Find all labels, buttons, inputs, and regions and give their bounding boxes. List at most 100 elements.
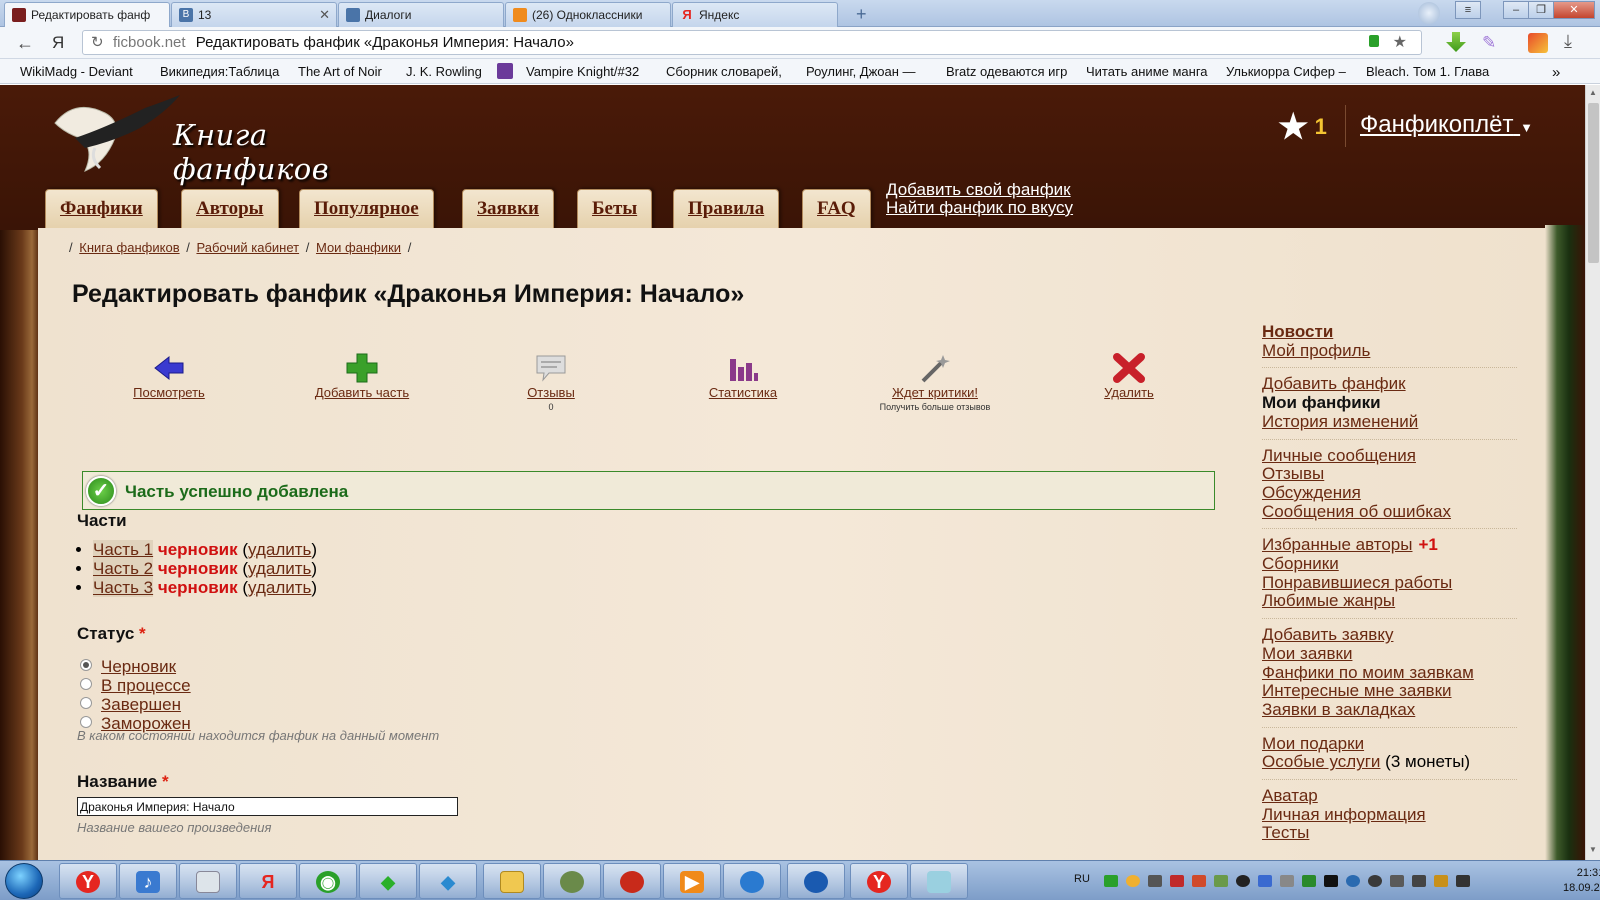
radio-button[interactable]	[80, 697, 92, 709]
status-option-in-progress[interactable]: В процессе	[80, 676, 191, 695]
scrollbar-thumb[interactable]	[1588, 103, 1599, 263]
tray-blue-icon[interactable]	[1258, 875, 1272, 887]
creature-app-taskbar-icon[interactable]	[603, 863, 661, 899]
planet-app-taskbar-icon[interactable]	[787, 863, 845, 899]
scroll-up-icon[interactable]: ▲	[1589, 88, 1597, 97]
sidebar-item-avatar[interactable]: Аватар	[1262, 786, 1517, 806]
menu-icon[interactable]: ≡	[1455, 1, 1481, 19]
tray-circle-icon[interactable]	[1236, 875, 1250, 887]
delete-part-link[interactable]: удалить	[248, 578, 311, 597]
add-fanfic-link[interactable]: Добавить свой фанфик	[886, 181, 1073, 199]
sidebar-item-liked-works[interactable]: Понравившиеся работы	[1262, 573, 1517, 593]
sims-app-taskbar-icon[interactable]: ◆	[419, 863, 477, 899]
nav-tab-requests[interactable]: Заявки	[462, 189, 554, 233]
sidebar-item-discussions[interactable]: Обсуждения	[1262, 483, 1517, 503]
status-option-draft[interactable]: Черновик	[80, 657, 191, 676]
tray-flag-icon[interactable]	[1192, 875, 1206, 887]
new-tab-plus-icon[interactable]: +	[856, 4, 867, 25]
bookmark-item[interactable]: Читать аниме манга	[1086, 64, 1211, 79]
browser-tab-ficbook[interactable]: Редактировать фанф	[4, 2, 170, 27]
add-part-button[interactable]: Добавить часть	[303, 353, 421, 400]
tray-app-icon[interactable]	[1104, 875, 1118, 887]
nav-tab-rules[interactable]: Правила	[673, 189, 780, 233]
nav-tab-popular[interactable]: Популярное	[299, 189, 434, 233]
user-menu[interactable]: Фанфикоплёт ▼	[1360, 111, 1533, 139]
browser-tab-yandex[interactable]: Я Яндекс	[672, 2, 838, 27]
delete-part-link[interactable]: удалить	[248, 559, 311, 578]
sidebar-item-fav-genres[interactable]: Любимые жанры	[1262, 592, 1517, 611]
start-button-icon[interactable]	[5, 863, 43, 899]
bookmark-item[interactable]: Роулинг, Джоан —	[806, 64, 931, 79]
tray-monitor-icon[interactable]	[1280, 875, 1294, 887]
stats-button[interactable]: Статистика	[700, 353, 786, 400]
sidebar-item-add-request[interactable]: Добавить заявку	[1262, 625, 1517, 645]
tray-box-icon[interactable]	[1148, 875, 1162, 887]
speaker-app-taskbar-icon[interactable]: ♪	[119, 863, 177, 899]
await-critics-button[interactable]: Ждет критики! Получить больше отзывов	[858, 353, 1012, 412]
delete-button[interactable]: Удалить	[1098, 353, 1160, 400]
tray-dot-icon[interactable]	[1368, 875, 1382, 887]
delete-part-link[interactable]: удалить	[248, 540, 311, 559]
bookmark-item[interactable]: Bleach. Том 1. Глава	[1366, 64, 1494, 79]
radio-button-checked[interactable]	[80, 659, 92, 671]
bookmark-item[interactable]: Vampire Knight/#32	[526, 64, 654, 79]
restore-icon[interactable]: ❐	[1528, 1, 1554, 19]
rating-display[interactable]: ★ 1	[1278, 107, 1327, 147]
sidebar-item-fanfics-by-requests[interactable]: Фанфики по моим заявкам	[1262, 663, 1517, 683]
bookmark-item[interactable]: J. K. Rowling	[406, 64, 496, 79]
bookmark-item[interactable]: Bratz одеваются игр	[946, 64, 1071, 79]
yandex-browser-taskbar-icon[interactable]: Y	[59, 863, 117, 899]
browser-globe-taskbar-icon[interactable]	[723, 863, 781, 899]
sidebar-item-personal-info[interactable]: Личная информация	[1262, 805, 1517, 825]
part-link[interactable]: Часть 1	[93, 540, 154, 559]
part-link[interactable]: Часть 3	[93, 578, 154, 597]
browser-tab-vk[interactable]: B 13 ✕	[171, 2, 337, 27]
sidebar-item-profile[interactable]: Мой профиль	[1262, 341, 1517, 361]
tray-nvidia-icon[interactable]	[1302, 875, 1316, 887]
bookmarks-more-icon[interactable]: »	[1552, 64, 1560, 81]
file-explorer-taskbar-icon[interactable]	[483, 863, 541, 899]
feather-icon[interactable]: ✎	[1482, 33, 1496, 53]
tray-shield-icon[interactable]	[1170, 875, 1184, 887]
sidebar-item-fav-authors[interactable]: Избранные авторы	[1262, 535, 1412, 554]
site-logo[interactable]: Книга фанфиков	[45, 93, 365, 186]
minimize-icon[interactable]: –	[1503, 1, 1529, 19]
yandex-taskbar-icon[interactable]: Я	[239, 863, 297, 899]
tray-tool-icon[interactable]	[1214, 875, 1228, 887]
sidebar-item-interesting-requests[interactable]: Интересные мне заявки	[1262, 682, 1517, 701]
sims-plumbob-taskbar-icon[interactable]: ◆	[359, 863, 417, 899]
tray-bluetooth-icon[interactable]	[1390, 875, 1404, 887]
close-window-icon[interactable]: ✕	[1553, 1, 1595, 19]
radio-button[interactable]	[80, 716, 92, 728]
sidebar-item-gifts[interactable]: Мои подарки	[1262, 734, 1517, 754]
downloads-icon[interactable]: ⤓	[1564, 31, 1572, 52]
yandex-home-icon[interactable]: Я	[52, 33, 64, 53]
star-bookmark-icon[interactable]: ★	[1393, 32, 1407, 52]
extension-icon[interactable]	[1528, 33, 1548, 53]
nav-tab-faq[interactable]: FAQ	[802, 189, 871, 233]
window-app-taskbar-icon[interactable]	[179, 863, 237, 899]
bookmark-item[interactable]: The Art of Noir	[298, 64, 398, 79]
sidebar-item-add-fanfic[interactable]: Добавить фанфик	[1262, 375, 1517, 394]
breadcrumb-home[interactable]: Книга фанфиков	[79, 240, 179, 255]
language-indicator[interactable]: RU	[1074, 873, 1090, 885]
notepad-taskbar-icon[interactable]	[910, 863, 968, 899]
sidebar-item-history[interactable]: История изменений	[1262, 412, 1517, 432]
close-tab-icon[interactable]: ✕	[319, 7, 330, 23]
nav-tab-authors[interactable]: Авторы	[181, 189, 279, 233]
media-player-taskbar-icon[interactable]: ▶	[663, 863, 721, 899]
sidebar-item-messages[interactable]: Личные сообщения	[1262, 446, 1517, 466]
profile-icon[interactable]	[1418, 2, 1440, 24]
sidebar-item-error-reports[interactable]: Сообщения об ошибках	[1262, 502, 1517, 522]
bookmark-item[interactable]: Сборник словарей,	[666, 64, 791, 79]
view-button[interactable]: Посмотреть	[120, 353, 218, 400]
sidebar-item-collections[interactable]: Сборники	[1262, 554, 1517, 574]
sidebar-item-tests[interactable]: Тесты	[1262, 824, 1517, 843]
fanfic-name-field[interactable]	[77, 797, 458, 816]
download-manager-icon[interactable]	[1446, 32, 1466, 52]
bookmark-item[interactable]: WikiMadg - Deviant	[20, 64, 145, 79]
tray-smiley-icon[interactable]	[1126, 875, 1140, 887]
bookmark-item[interactable]: Википедия:Таблица	[160, 64, 285, 79]
bookmark-item[interactable]: Улькиорра Сифер –	[1226, 64, 1351, 79]
sidebar-item-reviews[interactable]: Отзывы	[1262, 465, 1517, 484]
